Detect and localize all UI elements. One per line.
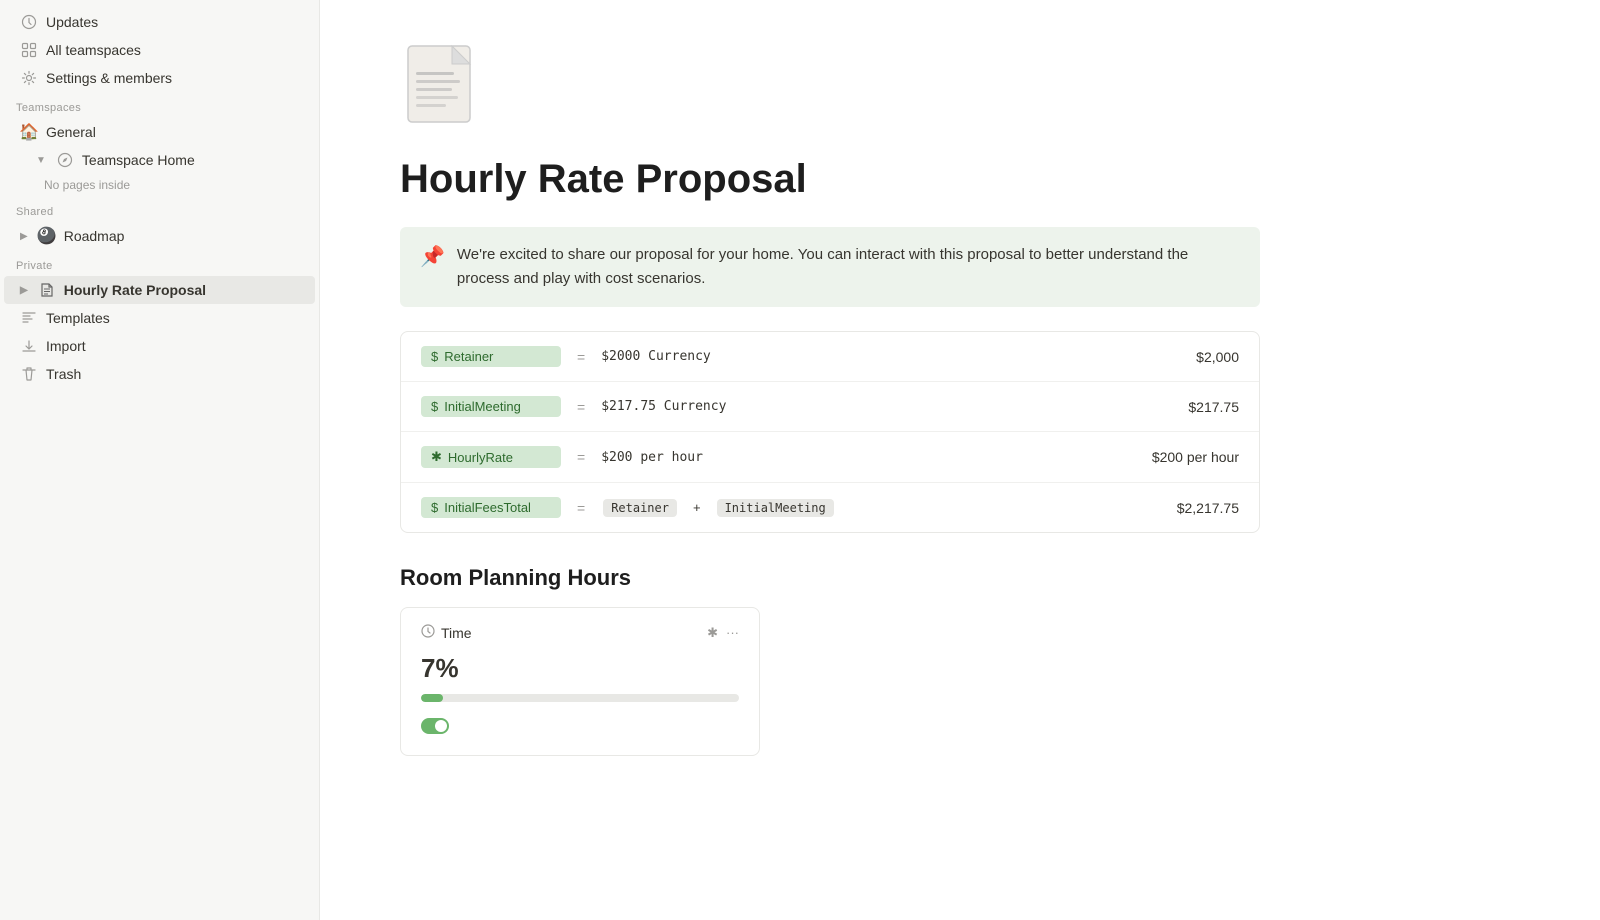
sidebar-item-updates[interactable]: Updates [4,8,315,36]
callout-icon: 📌 [420,244,445,269]
callout-block: 📌 We're excited to share our proposal fo… [400,227,1260,307]
updates-label: Updates [46,14,98,30]
roadmap-icon: 🎱 [38,227,56,245]
plus-sign: + [693,500,701,515]
sidebar-item-trash[interactable]: Trash [4,360,315,388]
sidebar-item-settings[interactable]: Settings & members [4,64,315,92]
sidebar-item-roadmap[interactable]: ▶ 🎱 Roadmap [4,222,315,250]
hourly-rate-label: Hourly Rate Proposal [64,282,206,298]
sidebar-item-all-teamspaces[interactable]: All teamspaces [4,36,315,64]
updates-icon [20,13,38,31]
time-card-label: Time [421,624,472,641]
time-card: Time ✱ ··· 7% [400,607,760,756]
page-title: Hourly Rate Proposal [400,155,1520,203]
compass-icon [56,151,74,169]
progress-toggle[interactable] [421,718,449,734]
private-section: Private [0,250,319,276]
tag-retainer[interactable]: $ Retainer [421,346,561,367]
formula-table: $ Retainer = $2000 Currency $2,000 $ Ini… [400,331,1260,533]
document-icon [38,281,56,299]
chip-initial-meeting: InitialMeeting [717,499,834,517]
equals-1: = [577,349,585,365]
gear-icon [20,69,38,87]
progress-toggle-wrapper [421,710,739,739]
teamspace-home-label: Teamspace Home [82,152,195,168]
page-icon [400,40,490,130]
asterisk-icon: ✱ [431,449,442,465]
import-label: Import [46,338,86,354]
import-icon [20,337,38,355]
chevron-right-icon-2: ▶ [20,285,28,296]
hourly-rate-result: $200 per hour [1152,449,1239,465]
retainer-result: $2,000 [1196,349,1239,365]
room-planning-heading: Room Planning Hours [400,565,1520,591]
retainer-name: Retainer [444,349,493,364]
trash-label: Trash [46,366,81,382]
sidebar-item-import[interactable]: Import [4,332,315,360]
templates-icon [20,309,38,327]
no-pages-label: No pages inside [0,174,319,196]
time-card-actions: ✱ ··· [707,625,739,641]
tag-hourly-rate[interactable]: ✱ HourlyRate [421,446,561,468]
more-action-icon[interactable]: ··· [726,625,739,640]
chevron-icon: ▼ [36,155,46,166]
clock-icon [421,624,435,641]
sidebar: Updates All teamspaces Settings & member… [0,0,320,920]
time-value: 7% [421,653,739,684]
retainer-value: $2000 Currency [601,349,711,364]
initial-fees-total-result: $2,217.75 [1177,500,1239,516]
general-label: General [46,124,96,140]
settings-label: Settings & members [46,70,172,86]
time-card-header: Time ✱ ··· [421,624,739,641]
teamspaces-icon [20,41,38,59]
dollar-icon-3: $ [431,500,438,515]
initial-fees-total-name: InitialFeesTotal [444,500,531,515]
main-content: Hourly Rate Proposal 📌 We're excited to … [320,0,1600,920]
roadmap-label: Roadmap [64,228,125,244]
sidebar-item-hourly-rate[interactable]: ▶ Hourly Rate Proposal [4,276,315,304]
initial-meeting-value: $217.75 Currency [601,399,726,414]
formula-row-retainer: $ Retainer = $2000 Currency $2,000 [401,332,1259,382]
formula-row-initial-meeting: $ InitialMeeting = $217.75 Currency $217… [401,382,1259,432]
equals-4: = [577,500,585,516]
hourly-rate-name: HourlyRate [448,450,513,465]
hourly-rate-value: $200 per hour [601,450,703,465]
initial-meeting-result: $217.75 [1188,399,1239,415]
teamspaces-section: Teamspaces [0,92,319,118]
all-teamspaces-label: All teamspaces [46,42,141,58]
progress-bar-track [421,694,739,702]
asterisk-action-icon[interactable]: ✱ [707,625,718,641]
dollar-icon: $ [431,349,438,364]
page-icon-wrapper [400,40,1520,135]
callout-text: We're excited to share our proposal for … [457,243,1240,291]
sidebar-item-templates[interactable]: Templates [4,304,315,332]
equals-3: = [577,449,585,465]
sidebar-item-teamspace-home[interactable]: ▼ Teamspace Home [4,146,315,174]
initial-meeting-name: InitialMeeting [444,399,521,414]
progress-bar-fill [421,694,443,702]
formula-row-initial-fees-total: $ InitialFeesTotal = Retainer + InitialM… [401,483,1259,532]
dollar-icon-2: $ [431,399,438,414]
tag-initial-fees-total[interactable]: $ InitialFeesTotal [421,497,561,518]
equals-2: = [577,399,585,415]
fire-icon: 🏠 [20,123,38,141]
time-label: Time [441,625,472,641]
tag-initial-meeting[interactable]: $ InitialMeeting [421,396,561,417]
chip-retainer: Retainer [603,499,677,517]
shared-section: Shared [0,196,319,222]
templates-label: Templates [46,310,110,326]
chevron-right-icon: ▶ [20,231,28,242]
formula-row-hourly-rate: ✱ HourlyRate = $200 per hour $200 per ho… [401,432,1259,483]
sidebar-item-general[interactable]: 🏠 General [4,118,315,146]
trash-icon [20,365,38,383]
